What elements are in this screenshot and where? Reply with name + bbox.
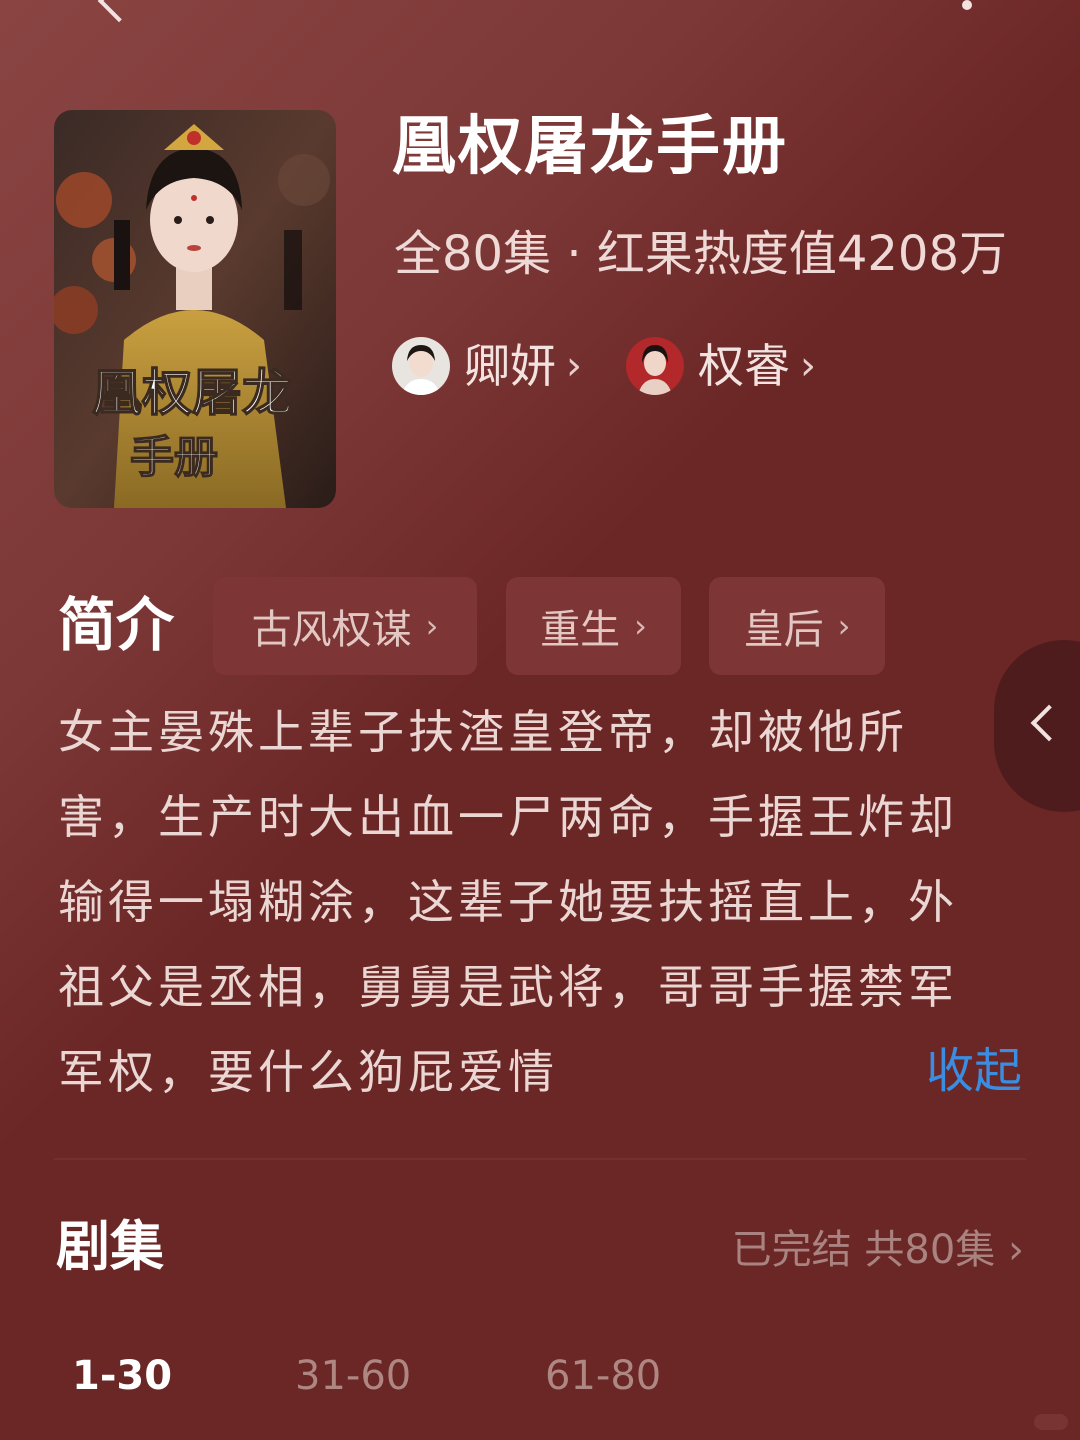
range-tab-31-60[interactable]: 31-60 bbox=[295, 1346, 411, 1406]
chevron-right-icon: › bbox=[634, 607, 647, 645]
tag-chongsheng[interactable]: 重生 › bbox=[506, 577, 681, 675]
top-bar bbox=[0, 0, 1080, 30]
drama-title: 凰权屠龙手册 bbox=[392, 110, 788, 184]
back-arrow-icon[interactable] bbox=[97, 0, 141, 23]
chevron-right-icon: › bbox=[425, 607, 439, 645]
description-line: 女主晏殊上辈子扶渣皇登帝，却被他所 bbox=[58, 705, 908, 759]
episodes-label: 剧集 bbox=[56, 1215, 164, 1278]
description-line: 害，生产时大出血一尸两命，手握王炸却 bbox=[58, 790, 958, 844]
cast-name: 卿妍 bbox=[464, 339, 556, 393]
range-tab-61-80[interactable]: 61-80 bbox=[545, 1346, 661, 1406]
avatar bbox=[392, 337, 450, 395]
section-divider bbox=[54, 1158, 1026, 1160]
poster-title-line1: 凰权屠龙 bbox=[92, 363, 292, 422]
avatar bbox=[626, 337, 684, 395]
collapse-button[interactable]: 收起 bbox=[926, 1036, 1022, 1106]
chevron-right-icon: › bbox=[566, 343, 582, 389]
tag-label: 重生 bbox=[540, 607, 621, 653]
drama-description: 女主晏殊上辈子扶渣皇登帝，却被他所 害，生产时大出血一尸两命，手握王炸却 输得一… bbox=[58, 690, 998, 1115]
episodes-status-link[interactable]: 已完结 共80集 › bbox=[732, 1220, 1024, 1280]
cast-list: 卿妍 › 权睿 › bbox=[392, 334, 860, 398]
intro-label: 简介 bbox=[58, 591, 175, 659]
chevron-left-icon bbox=[1030, 704, 1068, 742]
poster-title-line2: 手册 bbox=[130, 432, 218, 483]
cast-item-1[interactable]: 卿妍 › bbox=[392, 337, 582, 395]
range-tab-1-30[interactable]: 1-30 bbox=[72, 1346, 172, 1406]
cast-item-2[interactable]: 权睿 › bbox=[626, 337, 816, 395]
chevron-right-icon: › bbox=[800, 343, 816, 389]
description-line: 输得一塌糊涂，这辈子她要扶摇直上，外 bbox=[58, 875, 958, 929]
drama-poster[interactable]: 凰权屠龙 手册 bbox=[54, 110, 336, 508]
side-panel-tab[interactable] bbox=[994, 640, 1080, 812]
chevron-right-icon: › bbox=[837, 607, 851, 645]
watermark-logo bbox=[1034, 1414, 1068, 1430]
drama-meta: 全80集 · 红果热度值4208万 bbox=[394, 226, 1008, 282]
tag-huanghou[interactable]: 皇后 › bbox=[709, 577, 885, 675]
tag-label: 皇后 bbox=[743, 607, 824, 653]
description-line: 军权，要什么狗屁爱情 bbox=[58, 1045, 558, 1099]
tag-gufeng-quanmou[interactable]: 古风权谋 › bbox=[213, 577, 477, 675]
tag-label: 古风权谋 bbox=[251, 607, 412, 653]
description-line: 祖父是丞相，舅舅是武将，哥哥手握禁军 bbox=[58, 960, 958, 1014]
cast-name: 权睿 bbox=[698, 339, 790, 393]
more-dots-icon[interactable] bbox=[962, 0, 972, 10]
